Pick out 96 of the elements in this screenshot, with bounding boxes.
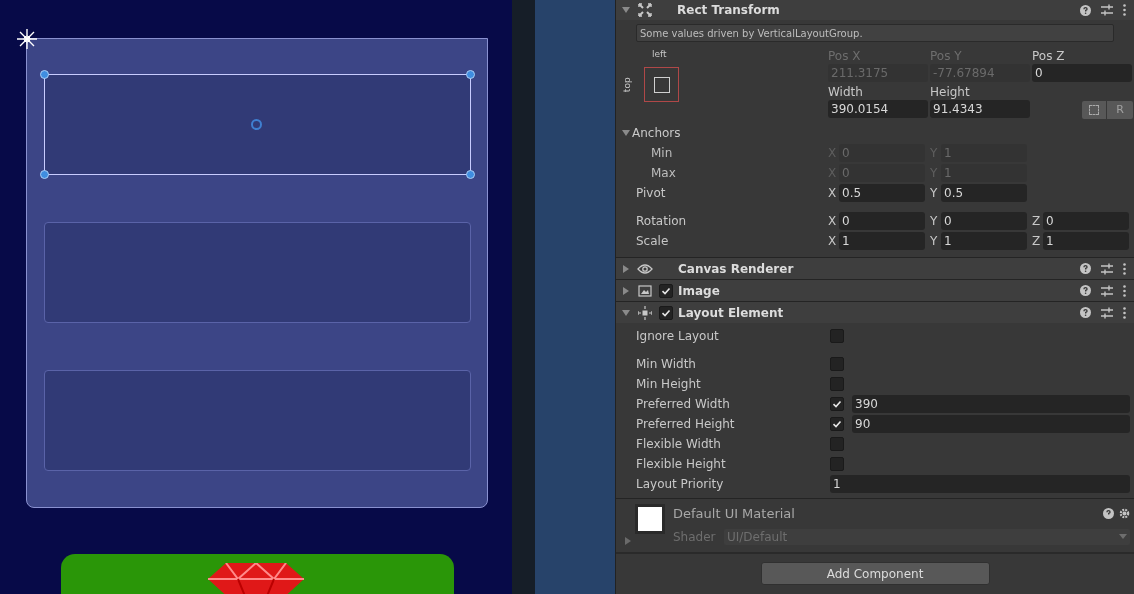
value-field[interactable]: 1 <box>1043 232 1129 250</box>
field-label: Pos Z <box>1032 48 1066 64</box>
expanded-arrow-icon[interactable] <box>621 129 630 137</box>
gem-icon <box>207 563 304 594</box>
checkbox[interactable] <box>659 305 673 320</box>
value-field[interactable]: 1 <box>839 232 925 250</box>
handle[interactable] <box>40 70 49 79</box>
component-header[interactable]: Image <box>616 279 1134 301</box>
property-label: Flexible Height <box>636 456 727 473</box>
handle[interactable] <box>466 170 475 179</box>
help-icon[interactable] <box>1080 263 1091 274</box>
property-label: Max <box>651 165 677 182</box>
value-field[interactable]: 0 <box>941 212 1027 230</box>
component-header[interactable]: Layout Element <box>616 301 1134 323</box>
axis-label: Y <box>930 233 939 250</box>
sliders-icon[interactable] <box>1101 262 1113 275</box>
caret-icon <box>1119 534 1127 539</box>
component-title: Rect Transform <box>677 2 781 19</box>
value-field[interactable]: 0 <box>1043 212 1129 230</box>
axis-label: Y <box>930 213 939 230</box>
property-label: Preferred Width <box>636 396 731 413</box>
collapsed-arrow-icon[interactable] <box>621 264 630 273</box>
value-field[interactable]: 0 <box>1032 64 1132 82</box>
component-title: Layout Element <box>678 304 785 322</box>
checkbox[interactable] <box>830 329 844 343</box>
blueprint-mode-button[interactable] <box>1082 101 1106 119</box>
checkbox[interactable] <box>830 457 844 471</box>
value-field[interactable]: 1 <box>941 232 1027 250</box>
checkmark-icon <box>661 307 671 318</box>
field-label: Width <box>828 84 864 100</box>
add-component-button[interactable]: Add Component <box>760 562 990 585</box>
more-icon[interactable] <box>1123 306 1126 319</box>
material-name: Default UI Material <box>673 505 796 523</box>
property-label: Pivot <box>636 185 667 202</box>
property-label: Flexible Width <box>636 436 722 453</box>
axis-label: X <box>828 185 837 202</box>
axis-label: Z <box>1032 213 1041 230</box>
value-field[interactable]: 0 <box>839 212 925 230</box>
more-icon[interactable] <box>1123 284 1126 297</box>
checkbox[interactable] <box>830 437 844 451</box>
anchor-preset-button[interactable] <box>644 67 679 102</box>
gizmo-icon <box>15 27 39 51</box>
anchor-vertical-label: top <box>620 77 633 93</box>
notice-box: Some values driven by VerticalLayoutGroup. <box>636 24 1114 42</box>
help-icon[interactable] <box>1080 307 1091 318</box>
property-label: Preferred Height <box>636 416 736 433</box>
checkbox[interactable] <box>830 377 844 391</box>
property-label: Min Width <box>636 356 697 373</box>
handle[interactable] <box>466 70 475 79</box>
sliders-icon[interactable] <box>1101 284 1113 297</box>
more-icon[interactable] <box>1123 262 1126 275</box>
collapsed-arrow-icon[interactable] <box>621 286 630 295</box>
property-label: Scale <box>636 233 670 250</box>
field-label: Height <box>930 84 971 100</box>
more-icon[interactable] <box>1123 4 1126 16</box>
settings-icon[interactable] <box>1119 508 1130 520</box>
expanded-arrow-icon[interactable] <box>621 308 630 317</box>
anchor-horizontal-label: left <box>652 48 667 61</box>
help-icon[interactable] <box>1080 4 1091 16</box>
eye-icon <box>637 262 653 275</box>
property-label: Rotation <box>636 213 688 230</box>
value-field[interactable]: 91.4343 <box>930 100 1030 118</box>
help-icon[interactable] <box>1080 285 1091 296</box>
rect-transform-icon <box>638 3 652 17</box>
axis-label: X <box>828 233 837 250</box>
axis-label: X <box>828 213 837 230</box>
value-field[interactable]: 1 <box>830 475 1130 493</box>
layout-element-icon <box>638 305 652 320</box>
help-icon[interactable] <box>1103 508 1114 520</box>
checkmark-icon <box>661 285 671 296</box>
section-label: Anchors <box>632 125 681 142</box>
component-title: Canvas Renderer <box>678 260 795 278</box>
expanded-arrow-icon[interactable] <box>621 6 630 14</box>
handle[interactable] <box>40 170 49 179</box>
sliders-icon[interactable] <box>1101 4 1113 16</box>
checkbox[interactable] <box>830 417 844 431</box>
property-label: Min <box>651 145 674 162</box>
axis-label: Y <box>930 185 939 202</box>
axis-label: Z <box>1032 233 1041 250</box>
value-field[interactable]: 390 <box>852 395 1130 413</box>
value-field[interactable]: 0.5 <box>941 184 1027 202</box>
material-preview[interactable] <box>635 504 665 534</box>
image-icon <box>638 284 652 297</box>
checkbox[interactable] <box>830 357 844 371</box>
component-header[interactable]: Canvas Renderer <box>616 257 1134 279</box>
component-title: Image <box>678 282 721 300</box>
sliders-icon[interactable] <box>1101 306 1113 319</box>
property-label: Min Height <box>636 376 702 393</box>
property-label: Ignore Layout <box>636 328 720 345</box>
checkbox[interactable] <box>830 397 844 411</box>
value-field[interactable]: 390.0154 <box>828 100 928 118</box>
value-field[interactable]: 0.5 <box>839 184 925 202</box>
pivot-handle[interactable] <box>251 119 262 130</box>
value-field[interactable]: 90 <box>852 415 1130 433</box>
checkbox[interactable] <box>659 283 673 298</box>
property-label: Layout Priority <box>636 476 725 493</box>
